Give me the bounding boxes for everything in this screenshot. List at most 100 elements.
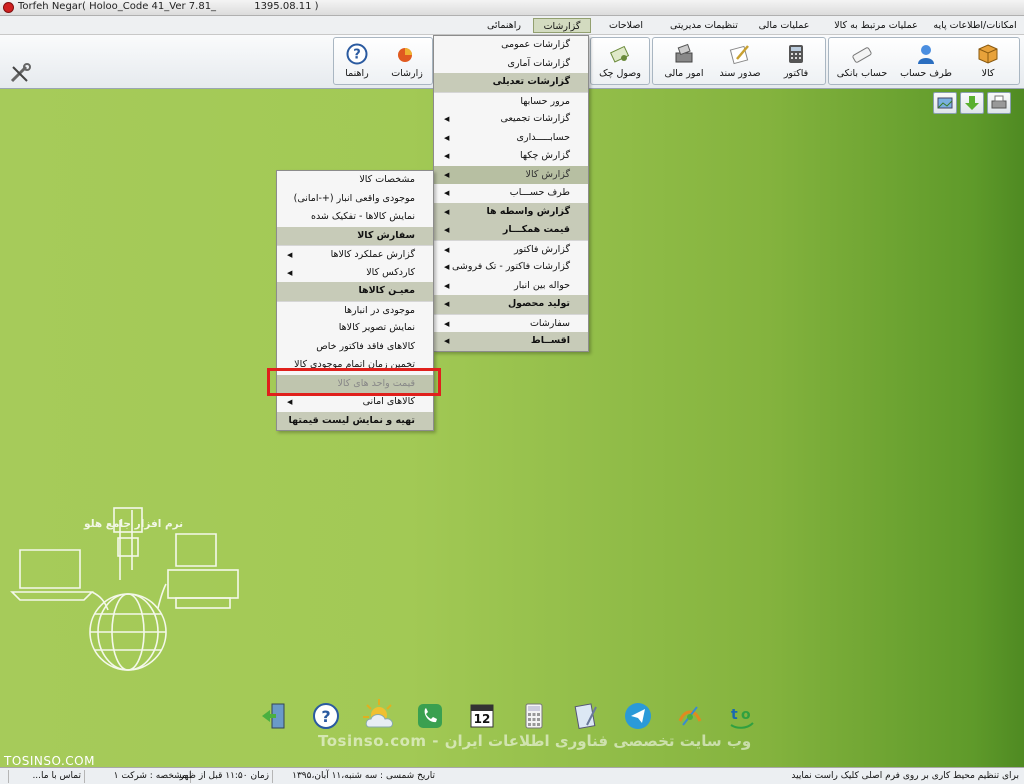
calculator-icon[interactable] bbox=[519, 701, 549, 731]
menu-item-label: کالاهای امانی bbox=[362, 396, 415, 407]
phone-icon[interactable] bbox=[415, 701, 445, 731]
menu-item[interactable]: سفارشات ◀ bbox=[434, 313, 588, 333]
menu-item-label: معیـن کالاها bbox=[358, 285, 415, 296]
send-icon[interactable] bbox=[623, 701, 653, 731]
menu-item[interactable]: قیمت همکـــار ◀ bbox=[434, 221, 588, 240]
logo-text: نرم افزار جامع هلو bbox=[84, 518, 184, 530]
submenu-arrow-icon: ◀ bbox=[444, 263, 450, 271]
menu-item[interactable]: گزارش عملکرد کالاها ◀ bbox=[277, 245, 433, 264]
toolbar-group-base: کالا طرف حساب حساب بانکی bbox=[828, 37, 1020, 85]
submenu-arrow-icon: ◀ bbox=[287, 268, 293, 277]
svg-text:t: t bbox=[731, 707, 738, 723]
menu-item[interactable]: موجودی در انبارها bbox=[277, 300, 433, 320]
menu-item-label: مرور حسابها bbox=[520, 95, 570, 107]
toolbar-account-party-button[interactable]: طرف حساب bbox=[897, 41, 955, 85]
help-icon[interactable]: ? bbox=[311, 701, 341, 731]
submenu-arrow-icon: ◀ bbox=[444, 170, 450, 179]
menu-item[interactable]: کاردکس کالا ◀ bbox=[277, 264, 433, 283]
highlight-box bbox=[267, 368, 441, 396]
menu-item[interactable]: گزارشات تعدیلی bbox=[434, 73, 588, 92]
svg-text:?: ? bbox=[353, 48, 361, 63]
toolbar-reports-button[interactable]: زارشات bbox=[378, 41, 436, 85]
menu-item-label: گزارشات تعدیلی bbox=[492, 76, 570, 87]
menu-reports[interactable]: گزارشات bbox=[533, 18, 591, 33]
menu-item[interactable]: حسابـــــداری ◀ bbox=[434, 129, 588, 148]
menu-item-label: گزارش چکها bbox=[519, 150, 570, 161]
status-contact-link[interactable]: تماس با ما... bbox=[8, 770, 84, 783]
menu-item[interactable]: گزارشات آماری bbox=[434, 55, 588, 74]
menu-help[interactable]: راهنمائی bbox=[476, 18, 532, 33]
menu-corrections[interactable]: اصلاحات bbox=[596, 18, 656, 33]
submenu-arrow-icon: ◀ bbox=[444, 337, 450, 345]
cash-register-icon bbox=[675, 43, 693, 63]
calendar-icon[interactable]: 12 bbox=[467, 701, 497, 731]
calculator-icon bbox=[789, 45, 803, 63]
toolbar-issue-document-button[interactable]: صدور سند bbox=[711, 41, 769, 85]
window-title: Torfeh Negar( Holoo_Code 41_Ver 7.81_ 13… bbox=[18, 1, 319, 12]
menu-item-label: گزارش کالا bbox=[525, 168, 570, 180]
menu-item[interactable]: موجودی واقعی انبار (+-امانی) bbox=[277, 190, 433, 209]
toolbar-financial-affairs-button[interactable]: امور مالی bbox=[655, 41, 713, 85]
exit-icon[interactable] bbox=[259, 701, 289, 731]
menu-item[interactable]: گزارشات فاکتور - تک فروشی ◀ bbox=[434, 258, 588, 277]
menu-item[interactable]: معیـن کالاها bbox=[277, 282, 433, 301]
menu-item[interactable]: سفارش کالا bbox=[277, 226, 433, 245]
download-arrow-icon[interactable] bbox=[960, 92, 984, 114]
site-watermark: Tosinso.com - وب سایت تخصصی فناوری اطلاع… bbox=[318, 732, 752, 750]
toolbar-group-finance: فاکتور صدور سند امور مالی bbox=[652, 37, 826, 85]
menu-item-label: طرف حســـاب bbox=[509, 187, 570, 198]
pen-document-icon bbox=[729, 45, 749, 65]
menu-item-label: موجودی در انبارها bbox=[344, 304, 415, 316]
logo-icon[interactable]: to bbox=[727, 701, 757, 731]
menu-item-label: موجودی واقعی انبار (+-امانی) bbox=[293, 192, 415, 204]
menu-item[interactable]: مشخصات کالا bbox=[277, 171, 433, 190]
submenu-arrow-icon: ◀ bbox=[444, 281, 450, 290]
menu-item[interactable]: گزارش فاکتور ◀ bbox=[434, 239, 588, 259]
notepad-icon[interactable] bbox=[571, 701, 601, 731]
menu-goods-operations[interactable]: عملیات مرتبط به کالا bbox=[826, 18, 926, 33]
toolbar-bank-account-button[interactable]: حساب بانکی bbox=[833, 41, 891, 85]
menu-item-label: گزارش عملکرد کالاها bbox=[330, 249, 415, 260]
toolbar-check-receive-button[interactable]: وصول چک bbox=[591, 41, 649, 85]
menu-item-label: نمایش کالاها - تفکیک شده bbox=[310, 211, 415, 222]
menu-item-label: تهیه و نمایش لیست قیمتها bbox=[288, 414, 415, 426]
submenu-arrow-icon: ◀ bbox=[444, 245, 450, 254]
menu-item-label: گزارشات فاکتور - تک فروشی bbox=[451, 261, 570, 272]
shortcut-dock: ? 12 to bbox=[255, 697, 771, 761]
submenu-arrow-icon: ◀ bbox=[287, 251, 293, 259]
menu-item[interactable]: گزارش کالا ◀ bbox=[434, 165, 588, 184]
menu-item[interactable]: تهیه و نمایش لیست قیمتها bbox=[277, 411, 433, 430]
menu-item[interactable]: مرور حسابها bbox=[434, 91, 588, 111]
wrench-settings-icon[interactable] bbox=[8, 63, 32, 85]
toolbar-invoice-button[interactable]: فاکتور bbox=[767, 41, 825, 85]
submenu-arrow-icon: ◀ bbox=[444, 115, 450, 123]
menu-item[interactable]: گزارش واسطه ها ◀ bbox=[434, 202, 588, 221]
submenu-arrow-icon: ◀ bbox=[444, 319, 450, 328]
printer-icon[interactable] bbox=[987, 92, 1011, 114]
submenu-arrow-icon: ◀ bbox=[444, 133, 450, 142]
menu-item[interactable]: تولید محصول ◀ bbox=[434, 295, 588, 314]
menu-item[interactable]: گزارشات تجمیعی ◀ bbox=[434, 110, 588, 129]
menu-item[interactable]: اقســاط ◀ bbox=[434, 332, 588, 351]
satellite-icon[interactable] bbox=[675, 701, 705, 731]
menu-item[interactable]: کالاهای فاقد فاکتور خاص bbox=[277, 338, 433, 357]
menu-item[interactable]: گزارشات عمومی bbox=[434, 36, 588, 55]
person-icon bbox=[918, 45, 934, 64]
menu-item[interactable]: نمایش کالاها - تفکیک شده bbox=[277, 208, 433, 227]
menu-item[interactable]: حواله بین انبار ◀ bbox=[434, 277, 588, 296]
menu-bar: امکانات/اطلاعات پایه عملیات مرتبط به کال… bbox=[0, 16, 1024, 35]
toolbar-goods-button[interactable]: کالا bbox=[959, 41, 1017, 85]
view-switcher bbox=[933, 92, 1013, 114]
image-view-icon[interactable] bbox=[933, 92, 957, 114]
menu-basic-info[interactable]: امکانات/اطلاعات پایه bbox=[928, 18, 1022, 33]
weather-icon[interactable] bbox=[361, 697, 397, 733]
menu-management-settings[interactable]: تنظیمات مدیریتی bbox=[664, 18, 744, 33]
menu-financial-operations[interactable]: عملیات مالی bbox=[748, 18, 820, 33]
menu-item[interactable]: طرف حســـاب ◀ bbox=[434, 184, 588, 203]
menu-item[interactable]: نمایش تصویر کالاها bbox=[277, 319, 433, 338]
status-bar: برای تنظیم محیط کاری بر روی فرم اصلی کلی… bbox=[0, 767, 1024, 784]
toolbar-group-help: زارشات ? راهنما bbox=[333, 37, 433, 85]
toolbar-help-button[interactable]: ? راهنما bbox=[328, 41, 386, 85]
menu-item[interactable]: گزارش چکها ◀ bbox=[434, 147, 588, 166]
calendar-day: 12 bbox=[473, 712, 491, 726]
